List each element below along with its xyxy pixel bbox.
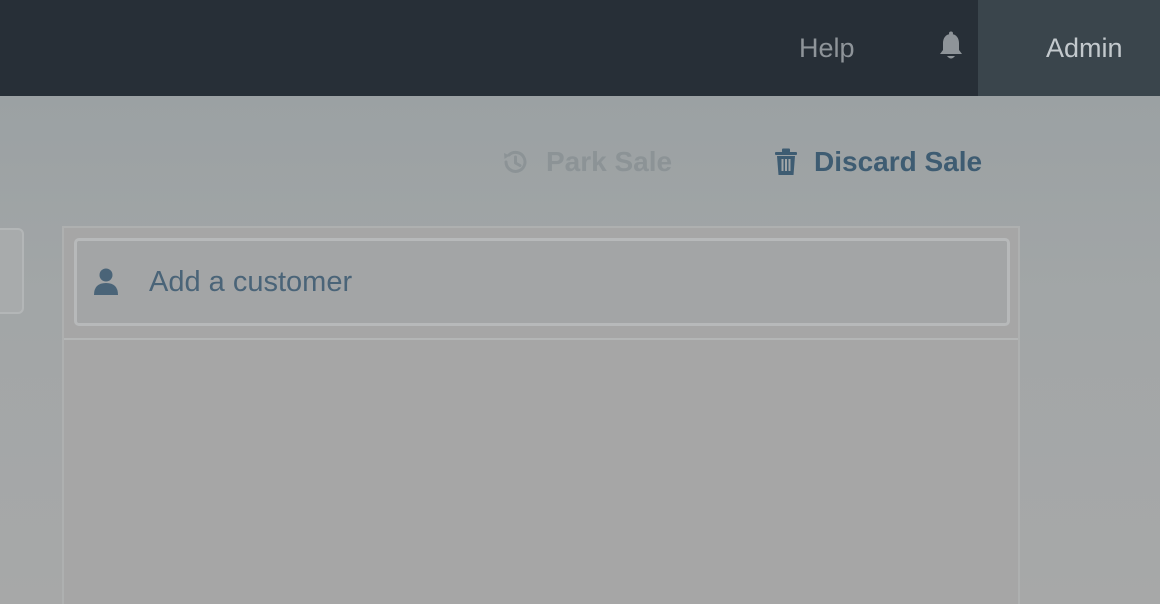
sale-panel: Add a customer: [62, 226, 1020, 604]
trash-icon: [775, 148, 797, 175]
user-menu-admin[interactable]: Admin: [978, 0, 1160, 96]
panel-divider: [64, 338, 1018, 340]
park-sale-button[interactable]: Park Sale: [500, 142, 672, 182]
bell-icon[interactable]: [936, 31, 966, 63]
discard-sale-button[interactable]: Discard Sale: [772, 142, 982, 182]
discard-sale-label: Discard Sale: [814, 146, 983, 177]
user-menu-label: Admin: [1046, 33, 1123, 63]
history-icon: [504, 150, 527, 173]
left-panel-edge: [0, 228, 24, 314]
add-customer-field[interactable]: Add a customer: [74, 238, 1010, 326]
user-icon: [94, 268, 118, 295]
park-sale-label: Park Sale: [546, 146, 673, 177]
add-customer-placeholder: Add a customer: [149, 265, 353, 298]
help-link[interactable]: Help: [799, 30, 855, 66]
top-navigation-bar: Help Admin: [0, 0, 1160, 96]
